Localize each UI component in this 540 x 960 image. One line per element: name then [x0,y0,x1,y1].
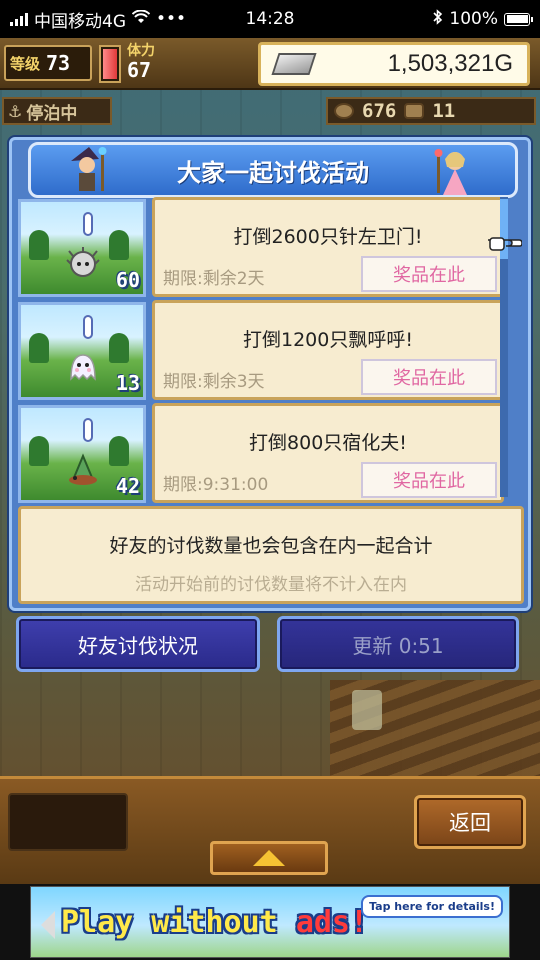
battery-icon [504,12,533,26]
back-button[interactable]: 返回 [414,795,526,849]
level-label: 等级 [10,54,41,73]
prize-button[interactable]: 奖品在此 [361,462,497,498]
docked-label: 停泊中 [26,103,78,124]
pointing-hand-icon [488,237,522,251]
stamina-gauge [99,45,121,83]
princess-character-icon [429,145,477,199]
quest-item[interactable]: 60 打倒2600只针左卫门! 期限:剩余2天 奖品在此 [18,197,508,297]
ad-banner[interactable]: Play without ads! Tap here for details! [0,884,540,960]
hedgehog-monster-icon [66,247,100,277]
panel-title: 大家一起讨伐活动 [177,158,369,187]
defeat-count: 13 [115,371,140,395]
hermit-crab-monster-icon [69,453,97,485]
level-value: 73 [46,51,71,75]
bottom-hud: 返回 [0,776,540,884]
exclamation-icon [83,212,93,236]
up-arrow-icon [253,850,285,866]
level-box: 等级 73 [4,45,92,81]
exclamation-icon [83,418,93,442]
coin-icon [404,103,425,119]
ad-text-a: Play without [61,905,296,940]
friend-hunt-status-button[interactable]: 好友讨伐状况 [16,616,260,672]
quest-card: 打倒800只宿化夫! 期限:9:31:00 奖品在此 [152,403,504,503]
witch-character-icon [65,145,113,199]
quest-deadline: 期限:剩余2天 [163,269,265,289]
quest-title: 打倒1200只飘呼呼! [243,329,413,351]
quest-title: 打倒800只宿化夫! [249,432,407,454]
prize-button[interactable]: 奖品在此 [361,256,497,292]
quest-thumbnail: 60 [18,199,146,297]
quest-list[interactable]: 60 打倒2600只针左卫门! 期限:剩余2天 奖品在此 13 打倒1200只飘… [18,197,508,503]
info-note: 好友的讨伐数量也会包含在内一起合计 活动开始前的讨伐数量将不计入在内 [18,506,524,604]
stamina-value: 67 [127,58,152,82]
docked-status: ⚓ 停泊中 [2,97,112,125]
empty-slot [8,793,128,851]
quest-deadline: 期限:剩余3天 [163,372,265,392]
bluetooth-icon [433,8,443,30]
money-box: 1,503,321G [258,42,530,86]
resource-2-value: 11 [432,100,456,122]
quest-item[interactable]: 13 打倒1200只飘呼呼! 期限:剩余3天 奖品在此 [18,300,508,400]
panel-header: 大家一起讨伐活动 [28,142,518,198]
quest-thumbnail: 42 [18,405,146,503]
note-sub-text: 活动开始前的讨伐数量将不计入在内 [135,575,407,595]
top-hud: 等级 73 体力 67 1,503,321G [0,38,540,90]
ad-tap-details[interactable]: Tap here for details! [361,895,503,918]
fish-icon [334,103,354,119]
quest-deadline: 期限:9:31:00 [163,475,269,495]
money-value: 1,503,321G [387,50,513,77]
exclamation-icon [83,315,93,339]
defeat-count: 42 [115,474,140,498]
secondary-hud: ⚓ 停泊中 676 11 [0,92,540,128]
status-bar: 中国移动4G ••• 14:28 100% [0,0,540,38]
resource-1-value: 676 [362,100,397,122]
ship-lamp [352,690,382,730]
anchor-icon: ⚓ [8,101,23,121]
stamina-box: 体力 67 [127,42,247,84]
quest-title: 打倒2600只针左卫门! [233,226,423,248]
quest-card: 打倒2600只针左卫门! 期限:剩余2天 奖品在此 [152,197,504,297]
refresh-button[interactable]: 更新 0:51 [277,616,519,672]
quest-item[interactable]: 42 打倒800只宿化夫! 期限:9:31:00 奖品在此 [18,403,508,503]
prize-button[interactable]: 奖品在此 [361,359,497,395]
battery-percent: 100% [449,9,498,29]
ad-text-b: ads! [295,905,369,940]
ad-left-arrow-icon[interactable] [41,911,55,939]
expand-menu-button[interactable] [210,841,328,875]
defeat-count: 60 [115,268,140,292]
quest-card: 打倒1200只飘呼呼! 期限:剩余3天 奖品在此 [152,300,504,400]
note-main-text: 好友的讨伐数量也会包含在内一起合计 [109,535,433,557]
ghost-monster-icon [70,354,96,381]
hunt-event-panel: 大家一起讨伐活动 60 打倒2600只针左卫门! 期限:剩余2天 奖品在此 13… [9,137,531,611]
ad-content[interactable]: Play without ads! Tap here for details! [30,886,510,958]
silver-bar-icon [271,53,317,75]
quest-thumbnail: 13 [18,302,146,400]
ad-headline: Play without ads! [61,905,368,940]
resource-box: 676 11 [326,97,536,125]
